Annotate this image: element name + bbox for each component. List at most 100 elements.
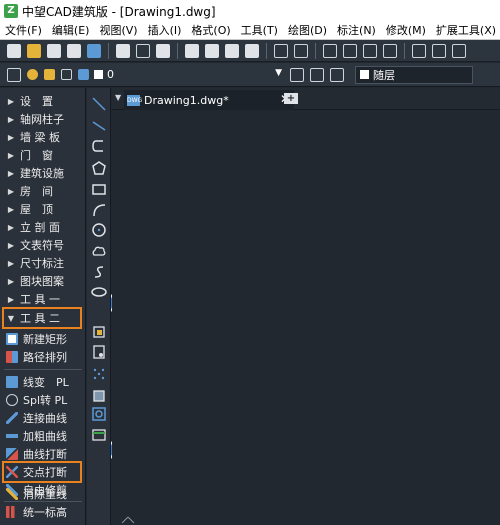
tool-new-rectangle[interactable]: 新建矩形: [0, 330, 86, 348]
spline-convert-icon: [6, 394, 18, 406]
layer-lock-icon[interactable]: [78, 69, 89, 80]
menu-category-facilities[interactable]: ▶ 建筑设施: [0, 164, 86, 182]
zoom-realtime-icon[interactable]: [343, 43, 357, 58]
plot-icon[interactable]: [156, 43, 170, 58]
layer-toolbar: 0 ▼ 随层: [0, 63, 500, 87]
spline-icon[interactable]: [91, 264, 107, 280]
tool-label: 曲线打断: [23, 448, 67, 461]
tool-path-array[interactable]: 路径排列: [0, 348, 86, 366]
tool-line-to-pl[interactable]: 线变 PL: [0, 373, 86, 391]
revision-cloud-icon[interactable]: [91, 244, 107, 260]
menu-dimension[interactable]: 标注(N): [332, 22, 381, 39]
tool-thicken-curve[interactable]: 加粗曲线: [0, 427, 86, 445]
layer-states-icon[interactable]: [330, 67, 344, 82]
undo-icon[interactable]: [274, 43, 288, 58]
redo-icon[interactable]: [294, 43, 308, 58]
expand-arrow-icon: ▶: [7, 168, 15, 178]
hatch-icon[interactable]: [91, 388, 107, 404]
make-current-layer-icon[interactable]: [290, 67, 304, 82]
draw-toolbar: [87, 88, 111, 525]
panel-divider: [4, 369, 82, 370]
tab-drawing1[interactable]: DWG Drawing1.dwg* ✕: [124, 90, 294, 110]
polygon-icon[interactable]: [91, 160, 107, 176]
table-icon[interactable]: [91, 427, 107, 443]
tool-connect-curves[interactable]: 连接曲线: [0, 409, 86, 427]
menu-insert[interactable]: 插入(I): [143, 22, 187, 39]
window-title: 中望CAD建筑版 - [Drawing1.dwg]: [22, 4, 216, 19]
tool-spline-to-pl[interactable]: Spl转 PL: [0, 391, 86, 409]
rectangle-icon[interactable]: [91, 181, 107, 197]
properties-icon[interactable]: [412, 43, 426, 58]
expand-arrow-icon: ▶: [7, 186, 15, 196]
layer-color-swatch: [94, 70, 103, 79]
save-icon[interactable]: [47, 43, 61, 58]
layer-viewport-icon[interactable]: [61, 69, 72, 80]
line-icon[interactable]: [91, 96, 107, 112]
menu-category-dimensions[interactable]: ▶ 尺寸标注: [0, 254, 86, 272]
menu-category-door-window[interactable]: ▶ 门 窗: [0, 146, 86, 164]
region-icon[interactable]: [91, 406, 107, 422]
new-tab-button[interactable]: +: [284, 93, 298, 104]
paste-icon[interactable]: [225, 43, 239, 58]
linetype-value: 随层: [373, 68, 395, 82]
tab-list-arrow-icon[interactable]: ▼: [115, 93, 121, 102]
make-block-icon[interactable]: [91, 344, 107, 360]
new-file-icon[interactable]: [7, 43, 21, 58]
menu-category-roof[interactable]: ▶ 屋 顶: [0, 200, 86, 218]
menu-edit[interactable]: 编辑(E): [47, 22, 95, 39]
layer-manager-icon[interactable]: [7, 67, 21, 82]
pan-hand-icon[interactable]: [323, 43, 337, 58]
design-center-icon[interactable]: [432, 43, 446, 58]
menu-category-text-symbols[interactable]: ▶ 文表符号: [0, 236, 86, 254]
insert-block-icon[interactable]: [91, 324, 107, 340]
menu-format[interactable]: 格式(O): [186, 22, 235, 39]
drawing-canvas[interactable]: [112, 111, 500, 525]
cut-icon[interactable]: [185, 43, 199, 58]
expand-arrow-icon: ▶: [7, 276, 15, 286]
color-bylayer-dropdown[interactable]: 随层: [355, 65, 473, 84]
menu-modify[interactable]: 修改(M): [381, 22, 431, 39]
tool-remove-duplicates[interactable]: 消除重线: [0, 485, 86, 503]
category-label: 文表符号: [20, 239, 64, 252]
layer-dropdown[interactable]: 0 ▼: [94, 65, 284, 84]
menu-draw[interactable]: 绘图(D): [283, 22, 332, 39]
remove-duplicates-icon: [6, 488, 18, 500]
menu-category-rooms[interactable]: ▶ 房 间: [0, 182, 86, 200]
print-preview-icon[interactable]: [136, 43, 150, 58]
menu-category-tools-1[interactable]: ▶ 工 具 一: [0, 290, 86, 308]
circle-icon[interactable]: [91, 222, 107, 238]
cloud-save-icon[interactable]: [87, 43, 101, 58]
copy-icon[interactable]: [205, 43, 219, 58]
menu-tools[interactable]: 工具(T): [236, 22, 283, 39]
open-folder-icon[interactable]: [27, 43, 41, 58]
layer-freeze-sun-icon[interactable]: [44, 69, 55, 80]
menu-category-settings[interactable]: ▶ 设 置: [0, 92, 86, 110]
menu-file[interactable]: 文件(F): [0, 22, 47, 39]
dwg-file-icon: DWG: [127, 94, 143, 106]
arc-icon[interactable]: [91, 202, 107, 218]
menu-category-elevation-section[interactable]: ▶ 立 剖 面: [0, 218, 86, 236]
expand-arrow-icon: ▶: [7, 96, 15, 106]
point-icon[interactable]: [91, 366, 107, 382]
menu-category-blocks-hatch[interactable]: ▶ 图块图案: [0, 272, 86, 290]
menu-category-axis-column[interactable]: ▶ 轴网柱子: [0, 110, 86, 128]
tool-unify-elevation[interactable]: 统一标高: [0, 503, 86, 521]
ellipse-icon[interactable]: [91, 284, 107, 300]
layer-on-bulb-icon[interactable]: [27, 69, 38, 80]
menu-view[interactable]: 视图(V): [94, 22, 142, 39]
menu-category-wall-beam-slab[interactable]: ▶ 墙 梁 板: [0, 128, 86, 146]
menu-extended-tools[interactable]: 扩展工具(X): [431, 22, 500, 39]
tool-palette-icon[interactable]: [452, 43, 466, 58]
construction-line-icon[interactable]: [91, 118, 107, 134]
print-icon[interactable]: [116, 43, 130, 58]
layer-previous-icon[interactable]: [310, 67, 324, 82]
polyline-icon[interactable]: [91, 138, 107, 154]
match-properties-icon[interactable]: [245, 43, 259, 58]
connect-curve-icon: [6, 412, 18, 424]
save-as-icon[interactable]: [67, 43, 81, 58]
category-label: 图块图案: [20, 275, 64, 288]
expand-arrow-icon: ▶: [7, 204, 15, 214]
zoom-previous-icon[interactable]: [383, 43, 397, 58]
zoom-window-icon[interactable]: [363, 43, 377, 58]
tool-label: 新建矩形: [23, 333, 67, 346]
